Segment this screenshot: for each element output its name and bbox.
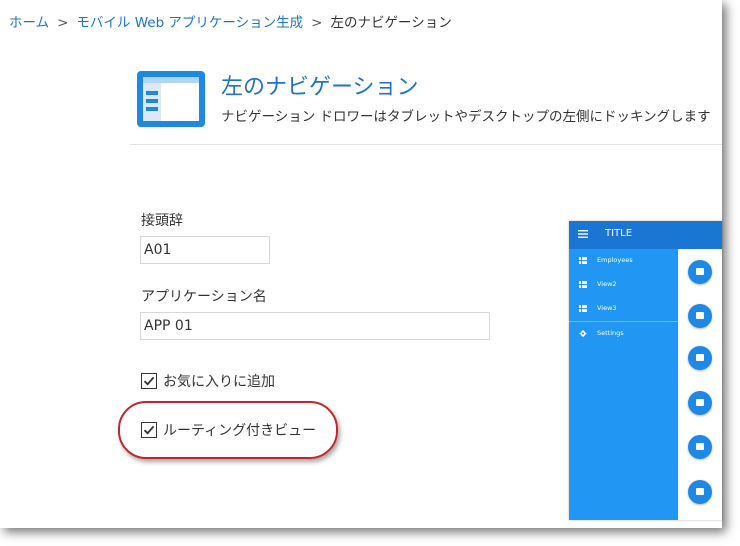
- app-name-label: アプリケーション名: [141, 289, 267, 305]
- image-icon: [688, 346, 712, 370]
- view-list-icon: [579, 257, 587, 264]
- view-list-icon: [579, 305, 587, 312]
- preview-menu-label: View3: [597, 304, 617, 312]
- breadcrumb-parent-link[interactable]: モバイル Web アプリケーション生成: [76, 15, 303, 31]
- breadcrumb: ホーム > モバイル Web アプリケーション生成 > 左のナビゲーション: [9, 11, 452, 31]
- page-description: ナビゲーション ドロワーはタブレットやデスクトップの左側にドッキングします: [221, 109, 711, 125]
- preview-menu-label: Employees: [597, 256, 633, 264]
- checkbox-checked-icon[interactable]: [141, 373, 157, 389]
- preview-divider: [569, 321, 678, 322]
- preview-menu-item: Settings: [569, 324, 678, 344]
- app-name-input[interactable]: [140, 312, 490, 340]
- image-icon: [688, 391, 712, 415]
- divider: [130, 144, 722, 145]
- image-icon: [688, 260, 712, 284]
- left-nav-layout-icon: [137, 71, 205, 127]
- preview-menu-item: Employees: [569, 251, 678, 271]
- preview-menu-item: View3: [569, 299, 678, 319]
- favorite-checkbox[interactable]: お気に入りに追加: [141, 371, 275, 391]
- favorite-label: お気に入りに追加: [163, 374, 275, 390]
- breadcrumb-separator: >: [57, 15, 69, 31]
- breadcrumb-separator: >: [311, 15, 323, 31]
- preview-menu-label: Settings: [597, 329, 624, 337]
- view-list-icon: [579, 281, 587, 288]
- gear-icon: [579, 330, 587, 337]
- page-frame: ホーム > モバイル Web アプリケーション生成 > 左のナビゲーション 左のナビゲー…: [0, 0, 722, 528]
- highlight-annotation: [118, 401, 338, 459]
- prefix-label: 接頭辞: [141, 213, 183, 229]
- preview-content: [678, 249, 722, 520]
- preview-menu-item: View2: [569, 275, 678, 295]
- preview-title: TITLE: [605, 228, 633, 239]
- hamburger-menu-icon: [578, 230, 588, 238]
- preview-drawer: Employees View2 View3 Settings: [569, 249, 678, 520]
- image-icon: [688, 480, 712, 504]
- preview-toolbar: TITLE: [569, 221, 722, 249]
- page-title: 左のナビゲーション: [221, 75, 419, 100]
- layout-preview: TITLE Employees View2 View3 Settings: [569, 221, 722, 520]
- breadcrumb-home-link[interactable]: ホーム: [9, 15, 49, 31]
- image-icon: [688, 435, 712, 459]
- prefix-input[interactable]: [140, 236, 270, 264]
- preview-menu-label: View2: [597, 280, 617, 288]
- image-icon: [688, 304, 712, 328]
- breadcrumb-current: 左のナビゲーション: [330, 15, 452, 31]
